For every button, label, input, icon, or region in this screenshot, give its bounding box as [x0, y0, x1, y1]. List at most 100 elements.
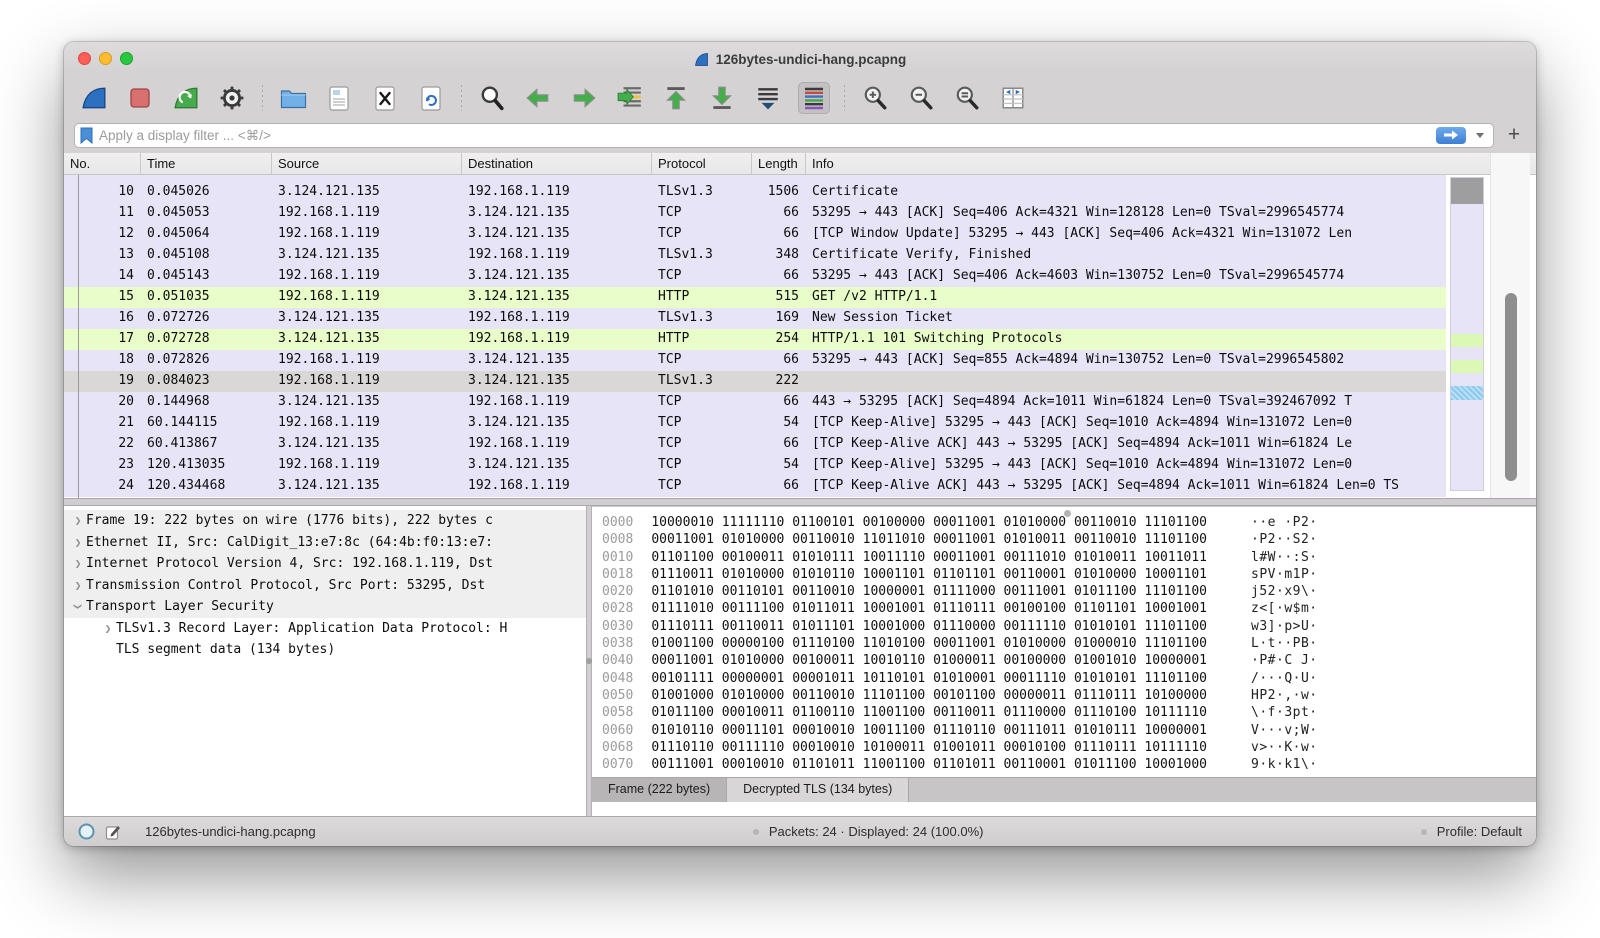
- bytes-ascii: v>··K·w·: [1251, 740, 1318, 755]
- packet-row[interactable]: 24120.4344683.124.121.135192.168.1.119TC…: [64, 476, 1446, 497]
- filter-dropdown-caret-icon[interactable]: [1476, 133, 1484, 138]
- scrollbar-thumb[interactable]: [1505, 293, 1517, 481]
- column-header-length[interactable]: Length: [752, 153, 806, 174]
- bottom-panes: ❯Frame 19: 222 bytes on wire (1776 bits)…: [64, 506, 1536, 816]
- bytes-row[interactable]: 002001101010 00110101 00110010 10000001 …: [602, 584, 1536, 601]
- zoom-in-button[interactable]: [859, 82, 891, 114]
- detail-row[interactable]: ❯Transmission Control Protocol, Src Port…: [64, 575, 586, 597]
- titlebar[interactable]: 126bytes-undici-hang.pcapng: [64, 42, 1536, 76]
- packet-row[interactable]: 110.045053192.168.1.1193.124.121.135TCP6…: [64, 203, 1446, 224]
- packet-row[interactable]: 160.0727263.124.121.135192.168.1.119TLSv…: [64, 308, 1446, 329]
- packet-row[interactable]: 100.0450263.124.121.135192.168.1.119TLSv…: [64, 182, 1446, 203]
- status-packet-counts: Packets: 24 · Displayed: 24 (100.0%): [769, 824, 984, 839]
- bytes-row[interactable]: 005801011100 00010011 01100110 11001100 …: [602, 705, 1536, 722]
- go-last-packet-button[interactable]: [706, 82, 738, 114]
- packet-row[interactable]: 130.0451083.124.121.135192.168.1.119TLSv…: [64, 245, 1446, 266]
- bytes-row[interactable]: 001801110011 01010000 01010110 10001101 …: [602, 567, 1536, 584]
- bytes-row[interactable]: 004000011001 01010000 00100011 10010110 …: [602, 653, 1536, 670]
- minimize-window-button[interactable]: [99, 52, 112, 65]
- close-window-button[interactable]: [78, 52, 91, 65]
- go-forward-button[interactable]: [568, 82, 600, 114]
- go-to-packet-button[interactable]: [614, 82, 646, 114]
- zoom-out-button[interactable]: [905, 82, 937, 114]
- packet-row[interactable]: 140.045143192.168.1.1193.124.121.135TCP6…: [64, 266, 1446, 287]
- bytes-row[interactable]: 000010000010 11111110 01100101 00100000 …: [602, 515, 1536, 532]
- column-header-no[interactable]: No.: [64, 153, 141, 174]
- packet-row[interactable]: 200.1449683.124.121.135192.168.1.119TCP6…: [64, 392, 1446, 413]
- column-header-protocol[interactable]: Protocol: [652, 153, 752, 174]
- zoom-reset-button[interactable]: [951, 82, 983, 114]
- detail-row[interactable]: ❯Internet Protocol Version 4, Src: 192.1…: [64, 553, 586, 575]
- expert-info-icon[interactable]: [78, 823, 95, 840]
- packet-cell: 3.124.121.135: [462, 287, 652, 308]
- add-filter-button[interactable]: +: [1502, 125, 1526, 145]
- bytes-row[interactable]: 007000111001 00010010 01101011 11001100 …: [602, 757, 1536, 774]
- detail-row[interactable]: TLS segment data (134 bytes): [64, 639, 586, 661]
- start-capture-button[interactable]: [78, 82, 110, 114]
- expander-closed-icon[interactable]: ❯: [70, 514, 86, 527]
- bookmark-icon[interactable]: [80, 127, 93, 144]
- packet-row[interactable]: 120.045064192.168.1.1193.124.121.135TCP6…: [64, 224, 1446, 245]
- detail-row[interactable]: ❯Ethernet II, Src: CalDigit_13:e7:8c (64…: [64, 532, 586, 554]
- packet-row[interactable]: 2160.144115192.168.1.1193.124.121.135TCP…: [64, 413, 1446, 434]
- colorize-button[interactable]: [798, 82, 830, 114]
- detail-row[interactable]: ❯Frame 19: 222 bytes on wire (1776 bits)…: [64, 510, 586, 532]
- save-file-button[interactable]: [323, 82, 355, 114]
- apply-filter-button[interactable]: [1436, 127, 1466, 144]
- column-header-destination[interactable]: Destination: [462, 153, 652, 174]
- bytes-row[interactable]: 004800101111 00000001 00001011 10110101 …: [602, 671, 1536, 688]
- display-filter-input[interactable]: [99, 128, 1430, 143]
- detail-row[interactable]: ❯TLSv1.3 Record Layer: Application Data …: [64, 618, 586, 640]
- expander-closed-icon[interactable]: ❯: [70, 536, 86, 549]
- bytes-row[interactable]: 002801111010 00111100 01011011 10001001 …: [602, 601, 1536, 618]
- bytes-row[interactable]: 003001110111 00110011 01011101 10001000 …: [602, 619, 1536, 636]
- restart-capture-button[interactable]: [170, 82, 202, 114]
- bytes-tab-0[interactable]: Frame (222 bytes): [592, 778, 727, 802]
- intelligent-scrollbar-minimap[interactable]: [1450, 177, 1484, 491]
- horizontal-splitter[interactable]: [64, 498, 1536, 506]
- packet-list-scrollbar[interactable]: [1490, 153, 1530, 498]
- expander-closed-icon[interactable]: ❯: [100, 622, 116, 635]
- bytes-row[interactable]: 001001101100 00100011 01010111 10011110 …: [602, 550, 1536, 567]
- packet-row[interactable]: 180.072826192.168.1.1193.124.121.135TCP6…: [64, 350, 1446, 371]
- packet-cell: 0.072728: [141, 329, 272, 350]
- bytes-row[interactable]: 005001001000 01010000 00110010 11101100 …: [602, 688, 1536, 705]
- packet-row[interactable]: 2260.4138673.124.121.135192.168.1.119TCP…: [64, 434, 1446, 455]
- bytes-binary: 01010110 00011101 00010010 10011100 0111…: [651, 723, 1207, 738]
- close-file-button[interactable]: [369, 82, 401, 114]
- bytes-row[interactable]: 006001010110 00011101 00010010 10011100 …: [602, 723, 1536, 740]
- bytes-offset: 0048: [602, 671, 633, 686]
- zoom-window-button[interactable]: [120, 52, 133, 65]
- packet-cell: 53295 → 443 [ACK] Seq=855 Ack=4894 Win=1…: [806, 350, 1446, 371]
- column-header-info[interactable]: Info: [806, 153, 1536, 174]
- go-back-button[interactable]: [522, 82, 554, 114]
- auto-scroll-button[interactable]: [752, 82, 784, 114]
- find-packet-button[interactable]: [476, 82, 508, 114]
- reload-file-button[interactable]: [415, 82, 447, 114]
- capture-options-button[interactable]: [216, 82, 248, 114]
- expander-closed-icon[interactable]: ❯: [70, 579, 86, 592]
- expander-open-icon[interactable]: ❯: [72, 599, 85, 615]
- column-header-source[interactable]: Source: [272, 153, 462, 174]
- expander-closed-icon[interactable]: ❯: [70, 557, 86, 570]
- bytes-row[interactable]: 006801110110 00111110 00010010 10100011 …: [602, 740, 1536, 757]
- bytes-binary: 10000010 11111110 01100101 00100000 0001…: [651, 515, 1207, 530]
- display-filter-field[interactable]: [74, 123, 1494, 148]
- packet-row[interactable]: 150.051035192.168.1.1193.124.121.135HTTP…: [64, 287, 1446, 308]
- capture-comment-icon[interactable]: [105, 824, 121, 840]
- detail-row[interactable]: ❯Transport Layer Security: [64, 596, 586, 618]
- packet-cell: Certificate Verify, Finished: [806, 245, 1446, 266]
- stop-capture-button[interactable]: [124, 82, 156, 114]
- bytes-row[interactable]: 000800011001 01010000 00110010 11011010 …: [602, 532, 1536, 549]
- resize-columns-button[interactable]: [997, 82, 1029, 114]
- go-first-packet-button[interactable]: [660, 82, 692, 114]
- packet-row[interactable]: 170.0727283.124.121.135192.168.1.119HTTP…: [64, 329, 1446, 350]
- bytes-tab-1[interactable]: Decrypted TLS (134 bytes): [727, 778, 909, 802]
- column-header-time[interactable]: Time: [141, 153, 272, 174]
- packet-row[interactable]: 23120.413035192.168.1.1193.124.121.135TC…: [64, 455, 1446, 476]
- packet-cell: 443 → 53295 [ACK] Seq=4894 Ack=1011 Win=…: [806, 392, 1446, 413]
- open-file-button[interactable]: [277, 82, 309, 114]
- partial-packet-row[interactable]: [64, 175, 1446, 182]
- bytes-row[interactable]: 003801001100 00000100 01110100 11010100 …: [602, 636, 1536, 653]
- packet-row[interactable]: 190.084023192.168.1.1193.124.121.135TLSv…: [64, 371, 1446, 392]
